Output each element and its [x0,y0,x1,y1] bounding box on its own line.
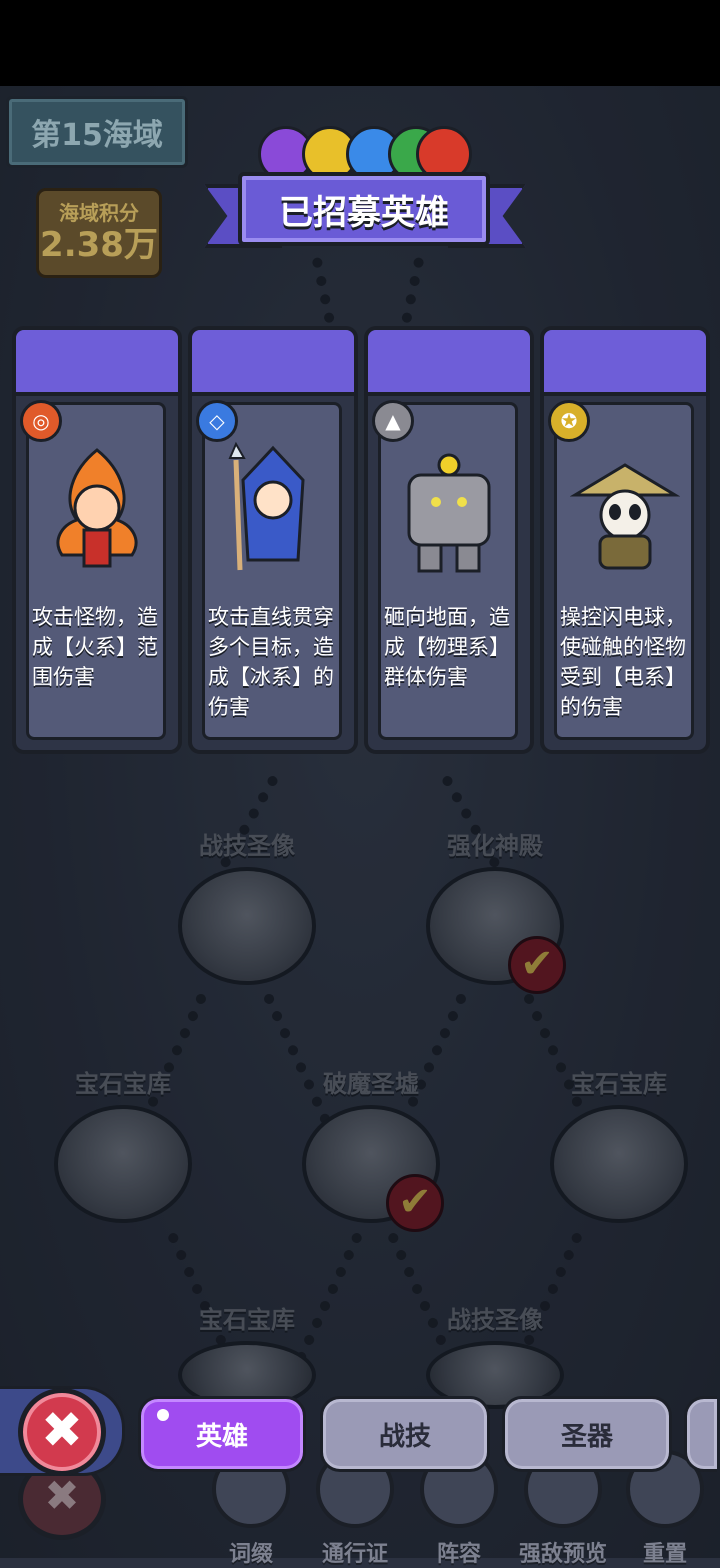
hero-description: 攻击直线贯穿多个目标，造成【冰系】的伤害 [208,605,334,719]
electric-element-icon: ✪ [548,400,590,442]
hero-description: 攻击怪物，造成【火系】范围伤害 [32,605,158,689]
ice-element-icon: ◇ [196,400,238,442]
tab-skills[interactable]: 战技 [320,1396,490,1472]
hero-card-header [368,330,530,396]
fire-element-icon: ◎ [20,400,62,442]
score-badge: 海域积分 2.38万 [36,188,162,278]
physical-element-icon: ▲ [372,400,414,442]
nav-label: 词缀 [228,1542,273,1567]
zone-badge: 第15海域 [6,96,188,168]
popup-title-banner: 已招募英雄 [238,172,490,246]
score-value: 2.38万 [40,225,158,265]
zone-title: 第15海域 [31,118,163,153]
nav-label: 重置 [642,1542,687,1567]
fire-spirit-icon [56,448,138,568]
hero-description: 砸向地面，造成【物理系】群体伤害 [384,605,510,689]
panda-monk-icon [570,463,680,570]
tab-label: 英雄 [195,1421,248,1452]
close-button[interactable]: ✖ [18,1388,106,1476]
tab-relics[interactable]: 圣器 [502,1396,672,1472]
tab-label: 战技 [378,1421,431,1452]
nav-label: 强敌预览 [518,1542,607,1567]
nav-label: 阵容 [436,1542,481,1567]
score-label: 海域积分 [59,201,139,225]
status-bar [0,0,720,86]
hero-card[interactable]: ✪ 操控闪电球，使碰触的怪物受到【电系】的伤害 [540,326,710,754]
popup-title: 已招募英雄 [279,192,449,233]
tab-active-dot [157,1409,169,1421]
hero-card-header [192,330,354,396]
tab-heroes[interactable]: 英雄 [138,1396,306,1472]
hero-card[interactable]: ◇ 攻击直线贯穿多个目标，造成【冰系】的伤害 [188,326,358,754]
hero-card-header [544,330,706,396]
tab-more[interactable] [684,1396,717,1472]
rock-golem-icon [407,453,491,573]
tab-label: 圣器 [560,1421,613,1452]
hero-card[interactable]: ◎ 攻击怪物，造成【火系】范围伤害 [12,326,182,754]
ice-mage-icon [228,441,305,571]
hero-card-header [16,330,178,396]
nav-label: 通行证 [321,1542,388,1567]
hero-description: 操控闪电球，使碰触的怪物受到【电系】的伤害 [560,605,686,719]
dim-overlay [0,86,720,1558]
hero-card[interactable]: ▲ 砸向地面，造成【物理系】群体伤害 [364,326,534,754]
